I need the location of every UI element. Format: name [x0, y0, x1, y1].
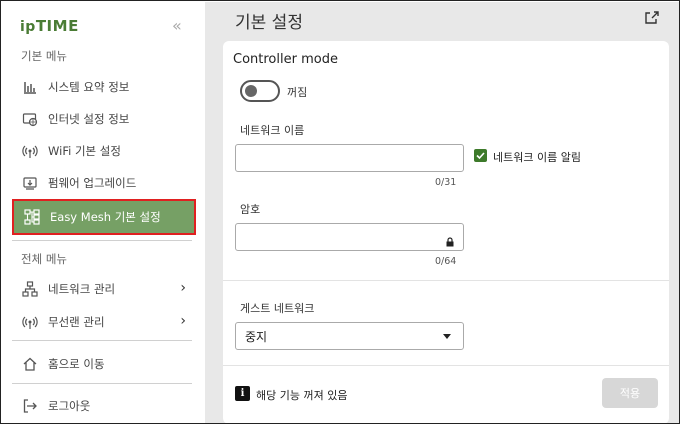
info-text: 해당 기능 꺼져 있음	[256, 389, 348, 402]
export-icon[interactable]	[644, 9, 660, 25]
sidebar-item-firmware-upgrade[interactable]: 펌웨어 업그레이드	[12, 168, 196, 198]
lock-icon	[445, 232, 455, 247]
wireless-icon	[21, 313, 39, 331]
logo-time: TIME	[35, 17, 79, 35]
broadcast-name-label: 네트워크 이름 알림	[493, 151, 581, 164]
guest-network-selected: 중지	[245, 329, 268, 344]
firmware-icon	[21, 174, 39, 192]
sidebar-item-wifi-settings[interactable]: WiFi 기본 설정	[12, 136, 196, 166]
bar-chart-icon	[21, 78, 39, 96]
guest-network-select[interactable]: 중지	[235, 322, 464, 350]
home-icon	[21, 355, 39, 373]
chevron-right-icon: ›	[180, 280, 186, 296]
wifi-icon	[21, 142, 39, 160]
sidebar-item-label: Easy Mesh 기본 설정	[50, 210, 161, 224]
sidebar: ipTIME « 기본 메뉴 시스템 요약 정보 인터넷 설정 정보 WiFi …	[2, 2, 204, 423]
network-name-input[interactable]	[235, 144, 464, 172]
sidebar-item-label: 인터넷 설정 정보	[48, 112, 130, 126]
password-counter: 0/64	[435, 256, 457, 267]
caret-down-icon	[443, 334, 451, 339]
app-window: ipTIME « 기본 메뉴 시스템 요약 정보 인터넷 설정 정보 WiFi …	[0, 0, 680, 424]
info-icon: i	[235, 386, 250, 401]
apply-button[interactable]: 적용	[602, 378, 658, 408]
sidebar-item-label: 시스템 요약 정보	[48, 80, 130, 94]
sidebar-divider	[12, 240, 192, 241]
sidebar-item-logout[interactable]: 로그아웃	[12, 391, 196, 421]
sidebar-item-label: 무선랜 관리	[48, 315, 105, 329]
card-divider	[223, 365, 669, 366]
password-input[interactable]	[235, 223, 464, 251]
sidebar-item-network-management[interactable]: 네트워크 관리 ›	[12, 274, 196, 304]
sidebar-item-label: 로그아웃	[48, 399, 91, 413]
sidebar-item-label: 펌웨어 업그레이드	[48, 176, 137, 190]
mesh-icon	[23, 208, 41, 226]
logout-icon	[21, 397, 39, 415]
network-name-counter: 0/31	[435, 177, 457, 188]
section-label-all: 전체 메뉴	[21, 252, 67, 266]
collapse-sidebar-icon[interactable]: «	[172, 16, 182, 35]
globe-icon	[21, 110, 39, 128]
logo-ip: ip	[20, 19, 36, 35]
network-name-label: 네트워크 이름	[240, 124, 305, 137]
controller-mode-label: Controller mode	[233, 52, 338, 67]
iptime-logo[interactable]: ipTIME	[20, 17, 79, 35]
toggle-knob	[245, 85, 257, 97]
sidebar-item-home[interactable]: 홈으로 이동	[12, 349, 196, 379]
controller-mode-state: 꺼짐	[287, 86, 308, 99]
guest-network-label: 게스트 네트워크	[240, 302, 315, 315]
sidebar-item-internet-settings[interactable]: 인터넷 설정 정보	[12, 104, 196, 134]
main-content: 기본 설정 Controller mode 꺼짐 네트워크 이름 네트워크 이름…	[205, 2, 679, 423]
sidebar-item-label: 네트워크 관리	[48, 282, 116, 296]
card-divider	[223, 280, 669, 281]
controller-mode-toggle[interactable]	[240, 80, 280, 102]
section-label-basic: 기본 메뉴	[21, 49, 67, 63]
sidebar-divider	[12, 383, 192, 384]
sidebar-item-label: WiFi 기본 설정	[48, 144, 121, 158]
sidebar-item-wireless-management[interactable]: 무선랜 관리 ›	[12, 307, 196, 337]
sidebar-item-easy-mesh[interactable]: Easy Mesh 기본 설정	[12, 199, 196, 235]
sidebar-item-system-summary[interactable]: 시스템 요약 정보	[12, 72, 196, 102]
broadcast-name-checkbox[interactable]	[474, 149, 487, 162]
password-label: 암호	[240, 203, 261, 216]
sidebar-item-label: 홈으로 이동	[48, 357, 105, 371]
chevron-right-icon: ›	[180, 313, 186, 329]
network-icon	[21, 280, 39, 298]
sidebar-divider	[12, 340, 192, 341]
page-title: 기본 설정	[235, 13, 303, 33]
settings-card: Controller mode 꺼짐 네트워크 이름 네트워크 이름 알림 0/…	[223, 41, 669, 423]
